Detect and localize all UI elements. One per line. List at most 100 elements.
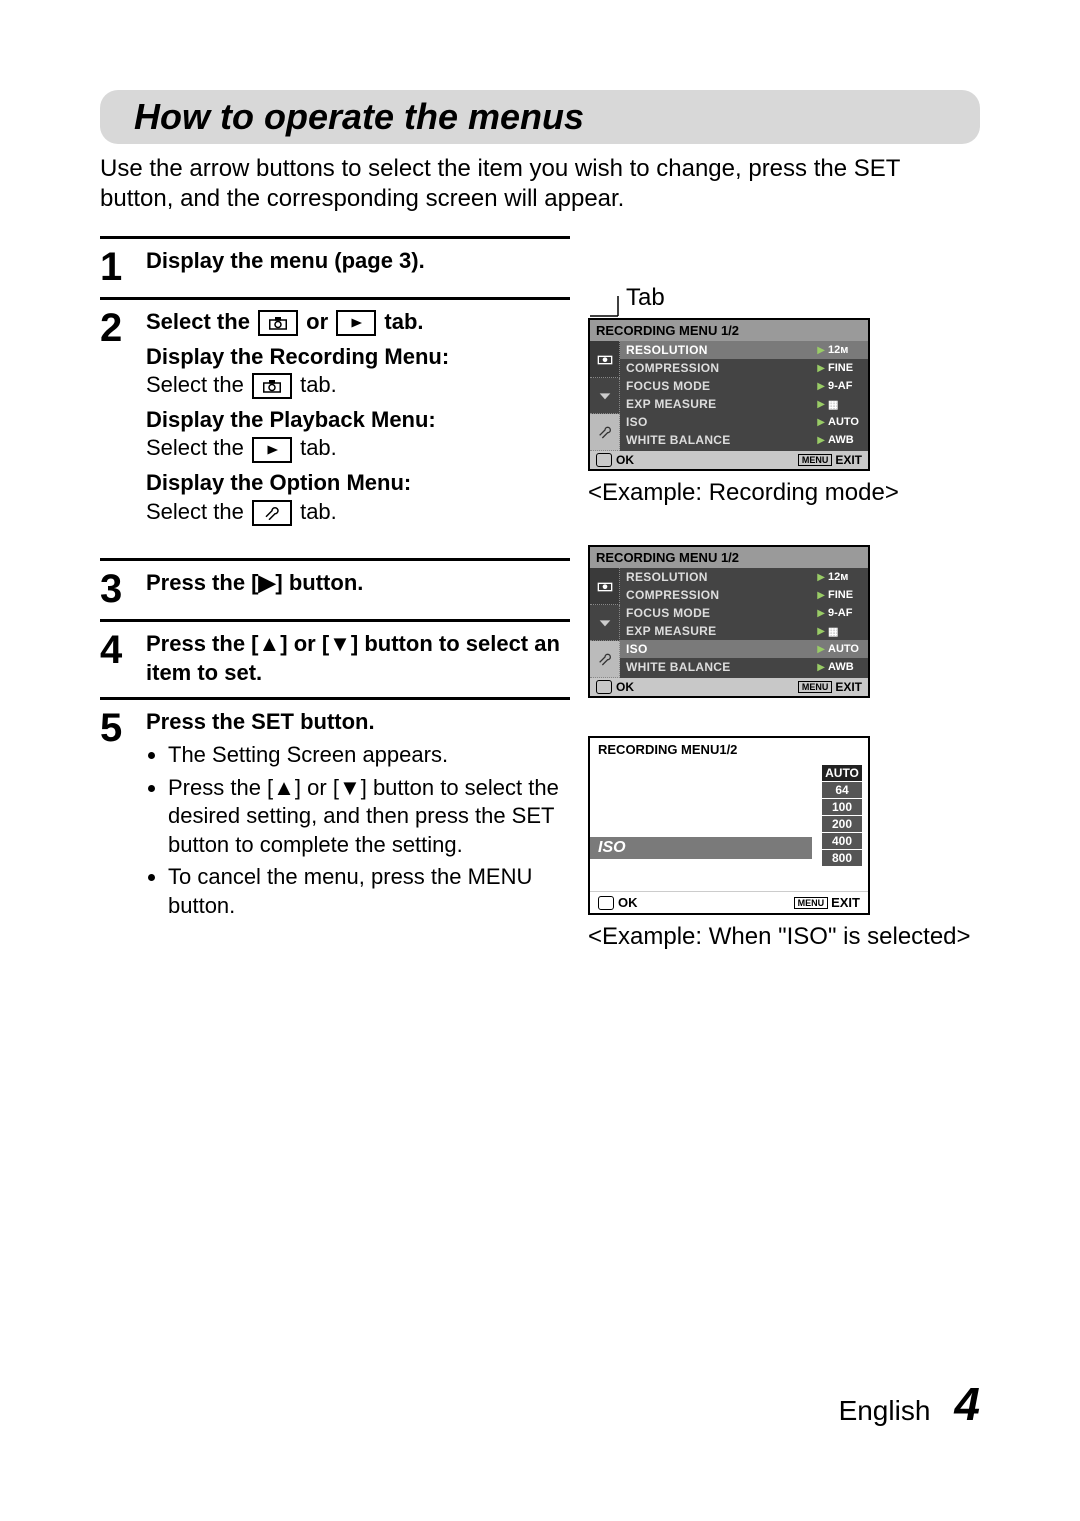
lcd-row-name: ISO: [620, 415, 817, 429]
lcd-title: RECORDING MENU1/2: [590, 738, 868, 761]
lcd-menu-label: MENU: [798, 454, 833, 466]
step-bullet: To cancel the menu, press the MENU butto…: [168, 863, 570, 920]
lcd-row: FOCUS MODE▶9-AF: [620, 377, 868, 395]
lcd-row-value: AUTO: [828, 416, 868, 428]
step-number: 1: [100, 247, 132, 287]
triangle-right-icon: ▶: [817, 399, 825, 410]
step-number: 2: [100, 308, 132, 348]
lcd-row-value: 12ᴍ: [828, 571, 868, 583]
lcd-row-value: 9-AF: [828, 607, 868, 619]
lcd-list-a: RESOLUTION▶12ᴍCOMPRESSION▶FINEFOCUS MODE…: [620, 341, 868, 451]
lcd-iso-value: 64: [822, 782, 862, 798]
lcd-row: EXP MEASURE▶▦: [620, 395, 868, 413]
lcd-ok: OK: [596, 680, 634, 694]
tab-callout: Tab: [588, 284, 980, 318]
lcd-row-value: 12ᴍ: [828, 344, 868, 356]
lcd-row-name: COMPRESSION: [620, 361, 817, 375]
lcd-iso-settings: RECORDING MENU1/2 ISO AUTO64100200400800…: [588, 736, 870, 915]
step-number: 3: [100, 569, 132, 609]
lcd-menu-label: MENU: [798, 681, 833, 693]
example-caption: <Example: When "ISO" is selected>: [588, 923, 980, 951]
step-1: 1 Display the menu (page 3).: [100, 239, 570, 297]
lcd-row-name: WHITE BALANCE: [620, 660, 817, 674]
play-icon: [336, 310, 376, 336]
lcd-iso-value: 400: [822, 833, 862, 849]
lcd-exit: EXIT: [831, 895, 860, 910]
lcd-row-value: AWB: [828, 434, 868, 446]
step-5: 5 Press the SET button. The Setting Scre…: [100, 700, 570, 934]
tab-label: Tab: [626, 284, 665, 312]
lcd-row: EXP MEASURE▶▦: [620, 622, 868, 640]
lcd-tab-down-icon: [590, 378, 620, 415]
sub-heading: Display the Recording Menu:: [146, 343, 449, 372]
example-caption: <Example: Recording mode>: [588, 479, 980, 507]
triangle-right-icon: ▶: [817, 435, 825, 446]
triangle-right-icon: ▶: [817, 608, 825, 619]
lcd-iso-value: 800: [822, 850, 862, 866]
triangle-right-icon: ▶: [817, 590, 825, 601]
step-2: 2 Select the or tab. Display the Recordi…: [100, 300, 570, 536]
lcd-tab-wrench-icon: [590, 641, 620, 678]
lcd-recording-menu-1: RECORDING MENU 1/2 RESOLUTION▶12ᴍCOMPRES…: [588, 318, 870, 471]
lcd-row-name: RESOLUTION: [620, 570, 817, 584]
sub-text: Select the tab.: [146, 434, 449, 463]
lcd-iso-values: AUTO64100200400800: [822, 765, 862, 866]
camera-icon: [258, 310, 298, 336]
camera-icon: [252, 373, 292, 399]
step-number: 5: [100, 708, 132, 748]
lcd-row-name: WHITE BALANCE: [620, 433, 817, 447]
lcd-title: RECORDING MENU 1/2: [590, 547, 868, 568]
sub-heading: Display the Playback Menu:: [146, 406, 449, 435]
lcd-tab-wrench-icon: [590, 414, 620, 451]
lcd-row-value: FINE: [828, 589, 868, 601]
step-bullet: The Setting Screen appears.: [168, 741, 570, 770]
page-footer: English 4: [839, 1377, 980, 1431]
lcd-row: COMPRESSION▶FINE: [620, 359, 868, 377]
steps-column: 1 Display the menu (page 3). 2 Select th…: [100, 236, 570, 951]
step-lead: Press the [▶] button.: [146, 570, 363, 595]
lcd-iso-value: 100: [822, 799, 862, 815]
triangle-right-icon: ▶: [817, 644, 825, 655]
lcd-iso-value: 200: [822, 816, 862, 832]
lcd-iso-value: AUTO: [822, 765, 862, 781]
step-bullet: Press the [▲] or [▼] button to select th…: [168, 774, 570, 860]
lcd-exit: EXIT: [835, 680, 862, 694]
lcd-row-value: AUTO: [828, 643, 868, 655]
step-number: 4: [100, 630, 132, 670]
lcd-exit: EXIT: [835, 453, 862, 467]
triangle-right-icon: ▶: [817, 626, 825, 637]
section-title-bar: How to operate the menus: [100, 90, 980, 144]
lcd-row-value: 9-AF: [828, 380, 868, 392]
lcd-row-name: EXP MEASURE: [620, 624, 817, 638]
triangle-right-icon: ▶: [817, 381, 825, 392]
triangle-right-icon: ▶: [817, 572, 825, 583]
lcd-row: COMPRESSION▶FINE: [620, 586, 868, 604]
intro-text: Use the arrow buttons to select the item…: [100, 154, 980, 214]
lcd-row-name: COMPRESSION: [620, 588, 817, 602]
lcd-tab-camera-icon: [590, 341, 620, 378]
lcd-row-value: FINE: [828, 362, 868, 374]
lcd-row: ISO▶AUTO: [620, 640, 868, 658]
lcd-row-name: RESOLUTION: [620, 343, 817, 357]
sub-heading: Display the Option Menu:: [146, 469, 449, 498]
lcd-tab-down-icon: [590, 605, 620, 642]
lcd-row: ISO▶AUTO: [620, 413, 868, 431]
lcd-row-value: ▦: [828, 398, 868, 411]
play-icon: [252, 437, 292, 463]
section-title: How to operate the menus: [134, 96, 980, 138]
lcd-row-name: FOCUS MODE: [620, 606, 817, 620]
lcd-row: WHITE BALANCE▶AWB: [620, 431, 868, 449]
lcd-list-b: RESOLUTION▶12ᴍCOMPRESSION▶FINEFOCUS MODE…: [620, 568, 868, 678]
lcd-row-name: ISO: [620, 642, 817, 656]
lcd-row: RESOLUTION▶12ᴍ: [620, 341, 868, 359]
sub-text: Select the tab.: [146, 498, 449, 527]
footer-language: English: [839, 1395, 931, 1427]
step-lead: Select the or tab.: [146, 309, 424, 334]
sub-text: Select the tab.: [146, 371, 449, 400]
footer-page-number: 4: [954, 1377, 980, 1431]
lcd-row-name: EXP MEASURE: [620, 397, 817, 411]
lcd-title: RECORDING MENU 1/2: [590, 320, 868, 341]
step-3: 3 Press the [▶] button.: [100, 561, 570, 619]
lcd-row-value: AWB: [828, 661, 868, 673]
illustration-column: Tab RECORDING MENU 1/2 RESOLUTION▶12ᴍCOM…: [588, 236, 980, 951]
